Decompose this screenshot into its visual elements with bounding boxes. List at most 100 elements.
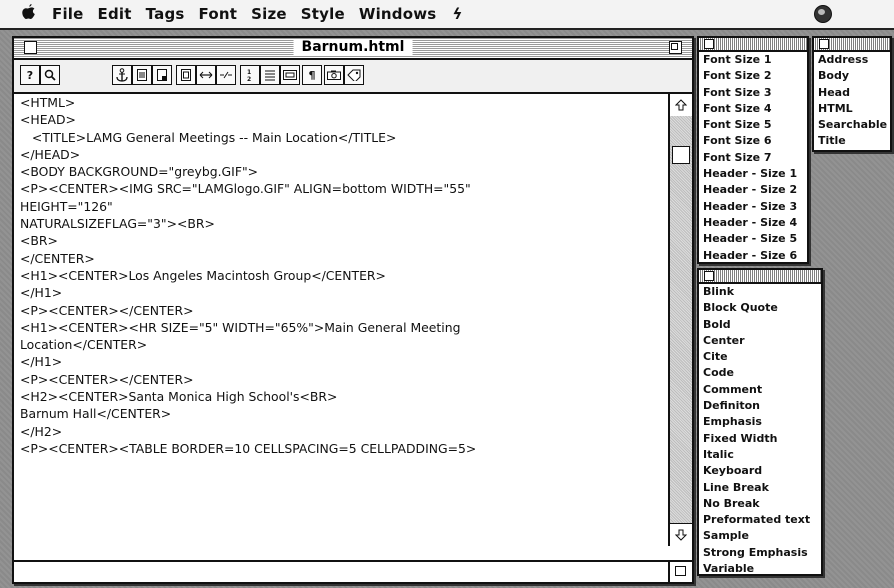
palette-item-sample[interactable]: Sample: [699, 528, 821, 544]
palette-item-fixed-width[interactable]: Fixed Width: [699, 431, 821, 447]
size-palette: Font Size 1 Font Size 2 Font Size 3 Font…: [697, 36, 809, 264]
svg-text:2: 2: [247, 76, 251, 82]
palette-item-title[interactable]: Title: [814, 133, 890, 149]
scroll-down-arrow-icon[interactable]: [670, 523, 692, 546]
palette-item-block-quote[interactable]: Block Quote: [699, 300, 821, 316]
palette-item-line-break[interactable]: Line Break: [699, 480, 821, 496]
menu-windows[interactable]: Windows: [359, 5, 437, 23]
zoom-box-icon[interactable]: [669, 41, 682, 54]
palette-item-preformatted-text[interactable]: Preformated text: [699, 512, 821, 528]
code-line: </CENTER>: [20, 250, 95, 266]
code-line: </H1>: [20, 354, 63, 370]
palette-titlebar[interactable]: [699, 270, 821, 284]
code-line: <BR>: [20, 233, 58, 249]
palette-item-header-size-5[interactable]: Header - Size 5: [699, 231, 807, 247]
menu-style[interactable]: Style: [301, 5, 345, 23]
ordered-list-icon[interactable]: 12: [240, 65, 260, 85]
menu-size[interactable]: Size: [251, 5, 287, 23]
close-box-icon[interactable]: [24, 41, 37, 54]
search-icon[interactable]: [40, 65, 60, 85]
palette-item-bold[interactable]: Bold: [699, 317, 821, 333]
code-line: <P><CENTER></CENTER>: [20, 302, 194, 318]
palette-item-header-size-6[interactable]: Header - Size 6: [699, 248, 807, 264]
apple-menu-icon[interactable]: [22, 4, 52, 24]
code-line: <HEAD>: [20, 112, 76, 128]
link-icon[interactable]: [216, 65, 236, 85]
scroll-up-arrow-icon[interactable]: [670, 94, 692, 117]
code-line: <H1><CENTER>Los Angeles Macintosh Group<…: [20, 267, 386, 283]
scroll-thumb[interactable]: [672, 146, 690, 164]
code-line: Barnum Hall</CENTER>: [20, 406, 172, 422]
palette-item-head[interactable]: Head: [814, 85, 890, 101]
palette-item-header-size-1[interactable]: Header - Size 1: [699, 166, 807, 182]
palette-item-font-size-7[interactable]: Font Size 7: [699, 150, 807, 166]
palette-item-strong-emphasis[interactable]: Strong Emphasis: [699, 545, 821, 561]
palette-item-emphasis[interactable]: Emphasis: [699, 414, 821, 430]
paragraph-button[interactable]: ¶: [302, 65, 322, 85]
palette-item-body[interactable]: Body: [814, 68, 890, 84]
style-palette: Blink Block Quote Bold Center Cite Code …: [697, 268, 823, 576]
window-title: Barnum.html: [293, 39, 413, 55]
menu-bar: File Edit Tags Font Size Style Windows ϟ: [0, 0, 894, 30]
help-button[interactable]: ?: [20, 65, 40, 85]
palette-item-font-size-3[interactable]: Font Size 3: [699, 85, 807, 101]
palette-item-blink[interactable]: Blink: [699, 284, 821, 300]
graphic-icon[interactable]: [176, 65, 196, 85]
code-line: </HEAD>: [20, 146, 81, 162]
palette-titlebar[interactable]: [814, 38, 890, 52]
scroll-track[interactable]: [670, 116, 692, 524]
palette-item-definition[interactable]: Definiton: [699, 398, 821, 414]
horizontal-scrollbar[interactable]: [14, 560, 692, 582]
list-icon[interactable]: [260, 65, 280, 85]
document-icon[interactable]: [132, 65, 152, 85]
palette-item-variable[interactable]: Variable: [699, 561, 821, 577]
svg-text:1: 1: [247, 69, 251, 76]
code-line: Location</CENTER>: [20, 337, 148, 353]
anchor-icon[interactable]: [112, 65, 132, 85]
palette-item-cite[interactable]: Cite: [699, 349, 821, 365]
globe-icon[interactable]: [814, 5, 832, 23]
menu-font[interactable]: Font: [199, 5, 238, 23]
menu-file[interactable]: File: [52, 5, 84, 23]
lightning-menu-icon[interactable]: ϟ: [452, 5, 462, 23]
palette-item-code[interactable]: Code: [699, 365, 821, 381]
palette-close-icon[interactable]: [704, 39, 714, 49]
palette-item-font-size-6[interactable]: Font Size 6: [699, 133, 807, 149]
tag-icon[interactable]: [344, 65, 364, 85]
palette-item-header-size-2[interactable]: Header - Size 2: [699, 182, 807, 198]
menu-tags[interactable]: Tags: [146, 5, 185, 23]
palette-item-keyboard[interactable]: Keyboard: [699, 463, 821, 479]
palette-item-font-size-4[interactable]: Font Size 4: [699, 101, 807, 117]
palette-item-comment[interactable]: Comment: [699, 382, 821, 398]
window-titlebar[interactable]: Barnum.html: [14, 38, 692, 60]
code-line: <H2><CENTER>Santa Monica High School's<B…: [20, 389, 338, 405]
palette-item-font-size-1[interactable]: Font Size 1: [699, 52, 807, 68]
palette-item-header-size-4[interactable]: Header - Size 4: [699, 215, 807, 231]
page-icon[interactable]: [152, 65, 172, 85]
menu-edit[interactable]: Edit: [98, 5, 132, 23]
palette-close-icon[interactable]: [819, 39, 829, 49]
image-icon[interactable]: [280, 65, 300, 85]
palette-titlebar[interactable]: [699, 38, 807, 52]
code-line: </H2>: [20, 423, 63, 439]
horizontal-rule-icon[interactable]: [196, 65, 216, 85]
toolbar: ? 12 ¶: [14, 60, 692, 94]
code-line: <BODY BACKGROUND="greybg.GIF">: [20, 164, 259, 180]
palette-item-center[interactable]: Center: [699, 333, 821, 349]
code-line: </H1>: [20, 285, 63, 301]
palette-item-address[interactable]: Address: [814, 52, 890, 68]
html-source-editor[interactable]: <HTML> <HEAD> <TITLE>LAMG General Meetin…: [14, 94, 668, 580]
palette-close-icon[interactable]: [704, 271, 714, 281]
palette-item-font-size-5[interactable]: Font Size 5: [699, 117, 807, 133]
palette-item-searchable[interactable]: Searchable: [814, 117, 890, 133]
document-window: Barnum.html ? 12 ¶ <HTML> <HEAD> <TITLE>…: [12, 36, 694, 584]
palette-item-no-break[interactable]: No Break: [699, 496, 821, 512]
palette-item-font-size-2[interactable]: Font Size 2: [699, 68, 807, 84]
grow-box-icon[interactable]: [668, 562, 692, 582]
palette-item-italic[interactable]: Italic: [699, 447, 821, 463]
vertical-scrollbar[interactable]: [668, 94, 692, 546]
camera-icon[interactable]: [324, 65, 344, 85]
palette-item-html[interactable]: HTML: [814, 101, 890, 117]
code-line: <P><CENTER><TABLE BORDER=10 CELLSPACING=…: [20, 440, 477, 456]
palette-item-header-size-3[interactable]: Header - Size 3: [699, 199, 807, 215]
